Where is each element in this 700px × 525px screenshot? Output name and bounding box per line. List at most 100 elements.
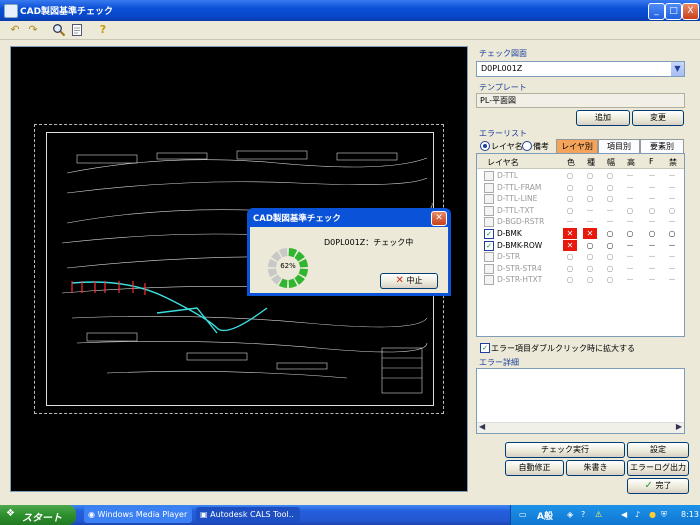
row-checkbox[interactable]: ✓ (484, 240, 494, 251)
row-checkbox[interactable] (484, 263, 494, 274)
table-row[interactable]: D-TTL-FRAM ○ ○ ○ － － － (477, 182, 684, 193)
status-cell: ○ (566, 263, 574, 273)
red-write-button[interactable]: 朱書き (566, 460, 625, 476)
undo-icon[interactable]: ↶ (8, 23, 22, 37)
shield-icon[interactable]: ⛨ (661, 510, 667, 520)
start-button[interactable]: ❖ スタート (0, 505, 76, 525)
table-row[interactable]: D-STR ○ ○ ○ － － － (477, 251, 684, 263)
error-log-button[interactable]: エラーログ出力 (627, 460, 689, 476)
error-cell[interactable]: ✕ (563, 228, 577, 239)
row-checkbox[interactable]: ✓ (484, 229, 494, 239)
help-icon[interactable]: ? (96, 23, 110, 37)
row-checkbox[interactable] (484, 171, 494, 181)
row-checkbox[interactable] (484, 275, 494, 286)
check-run-button[interactable]: チェック実行 (505, 442, 625, 458)
horizontal-scrollbar[interactable]: ◀ ▶ (477, 422, 684, 433)
status-cell: ○ (566, 194, 574, 204)
status-cell: － (648, 240, 656, 250)
enlarge-on-double-click-checkbox[interactable]: ✓ (480, 343, 490, 353)
check-drawing-label: チェック図面 (479, 49, 527, 58)
cancel-button[interactable]: ✕ 中止 (380, 273, 438, 289)
security-icon[interactable]: ⚠ (595, 510, 602, 519)
keyboard-icon[interactable]: ▭ (519, 510, 527, 519)
radio-layer-name[interactable] (480, 141, 490, 151)
search-icon[interactable] (52, 23, 66, 37)
row-checkbox[interactable] (484, 194, 494, 205)
layer-name: D-BGD-RSTR (497, 217, 545, 227)
scroll-right-icon[interactable]: ▶ (676, 422, 682, 431)
drawing-select-value: D0PL001Z (481, 64, 523, 73)
tab-by-layer[interactable]: レイヤ別 (556, 139, 598, 154)
dialog-status-text: D0PL001Z：チェック中 (324, 238, 414, 247)
row-checkbox[interactable] (484, 205, 494, 216)
table-row[interactable]: D-TTL-LINE ○ ○ ○ － － － (477, 193, 684, 205)
status-cell: ○ (648, 229, 656, 238)
tab-by-element[interactable]: 要素別 (640, 139, 684, 154)
change-button[interactable]: 変更 (632, 110, 684, 126)
column-header: レイヤ名 (487, 158, 519, 167)
table-row[interactable]: D-BGD-RSTR － － － － － － (477, 216, 684, 228)
help-tray-icon[interactable]: ? (581, 510, 585, 519)
add-button[interactable]: 追加 (576, 110, 630, 126)
taskbar: ❖ スタート ◉ Windows Media Player ▣ Autodesk… (0, 505, 700, 525)
table-row[interactable]: D-TTL-TXT ○ － － ○ ○ ○ (477, 205, 684, 216)
auto-fix-button[interactable]: 自動修正 (505, 460, 564, 476)
maximize-button[interactable]: □ (665, 3, 682, 20)
close-button[interactable]: X (682, 3, 699, 20)
tray-expand-icon[interactable]: ◀ (621, 510, 627, 519)
tab-by-item[interactable]: 項目別 (598, 139, 640, 154)
table-row[interactable]: D-TTL ○ ○ ○ － － － (477, 170, 684, 181)
status-cell: － (626, 240, 634, 250)
status-cell: － (606, 217, 614, 227)
error-detail-box[interactable]: ◀ ▶ (476, 368, 685, 434)
status-cell: － (586, 217, 594, 227)
status-cell: － (648, 217, 656, 227)
error-detail-label: エラー詳細 (479, 358, 519, 367)
status-cell: ○ (606, 182, 614, 192)
dialog-close-button[interactable]: ✕ (431, 211, 447, 226)
task-autodesk-cals-tool[interactable]: ▣ Autodesk CALS Tool.. (196, 507, 300, 523)
task-windows-media-player[interactable]: ◉ Windows Media Player (84, 507, 192, 523)
radio-note-label: 備考 (533, 142, 549, 151)
document-icon[interactable] (70, 23, 84, 37)
progress-segment (294, 274, 305, 285)
done-button-label: 完了 (655, 481, 672, 490)
network-icon[interactable]: ◈ (567, 510, 573, 519)
status-cell: － (668, 171, 676, 180)
ime-indicator[interactable]: A般 (537, 509, 553, 522)
status-cell: ○ (606, 252, 614, 262)
layer-name: D-TTL (497, 171, 519, 180)
radio-note[interactable] (522, 141, 532, 151)
status-cell: ○ (566, 252, 574, 262)
status-cell: － (668, 263, 676, 273)
drawing-select[interactable]: D0PL001Z ▼ (476, 61, 685, 77)
scroll-left-icon[interactable]: ◀ (479, 422, 485, 431)
done-button[interactable]: ✓ 完了 (627, 478, 689, 494)
minimize-button[interactable]: _ (648, 3, 665, 20)
settings-button[interactable]: 設定 (627, 442, 689, 458)
row-checkbox[interactable] (484, 217, 494, 228)
error-cell[interactable]: ✕ (583, 228, 597, 239)
template-label: テンプレート (479, 83, 527, 92)
error-list-table[interactable]: レイヤ名 色 種 幅 高 F 禁 D-TTL ○ ○ ○ －－－ D-TTL-FRAM ○ ○… (476, 153, 685, 337)
table-row[interactable]: ✓ D-BMK ✕ ✕ ○ ○ ○ ○ (477, 228, 684, 239)
layer-name: D-TTL-LINE (497, 194, 538, 204)
status-cell: ○ (566, 205, 574, 215)
redo-icon[interactable]: ↷ (26, 23, 40, 37)
table-row[interactable]: D-STR-HTXT ○ ○ ○ － － － (477, 274, 684, 286)
table-row[interactable]: D-STR-STR4 ○ ○ ○ － － － (477, 263, 684, 274)
row-checkbox[interactable] (484, 182, 494, 193)
layer-name: D-TTL-TXT (497, 205, 535, 215)
table-row[interactable]: ✓ D-BMK-ROW ✕ ○ ○ － － － (477, 239, 684, 251)
row-checkbox[interactable] (484, 252, 494, 263)
update-icon[interactable]: ● (649, 510, 656, 519)
volume-icon[interactable]: ♪ (635, 510, 640, 519)
radio-layer-name-label: レイヤ名 (491, 142, 523, 151)
error-cell[interactable]: ✕ (563, 239, 577, 251)
status-cell: ○ (606, 275, 614, 285)
status-cell: － (648, 194, 656, 204)
chevron-down-icon[interactable]: ▼ (671, 62, 684, 76)
status-cell: ○ (626, 205, 634, 215)
status-cell: － (648, 182, 656, 192)
enlarge-on-double-click-label: エラー項目ダブルクリック時に拡大する (491, 344, 635, 353)
